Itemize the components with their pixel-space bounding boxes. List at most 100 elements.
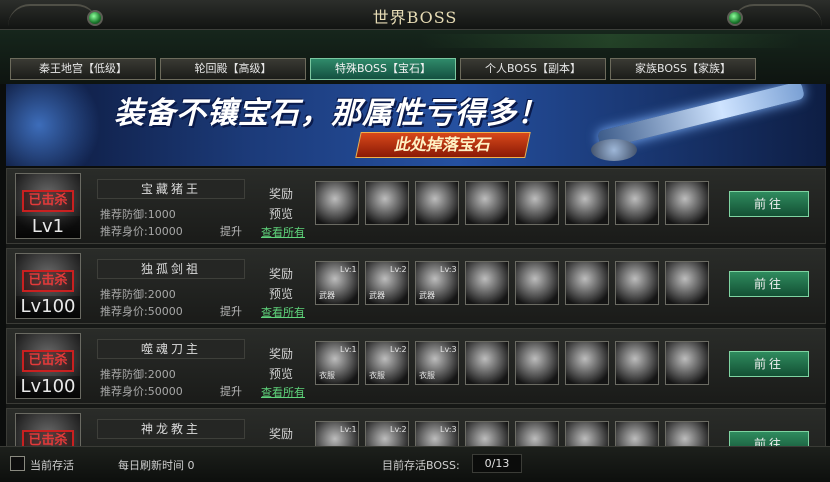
ore-shards-icon[interactable]: [565, 261, 609, 305]
item-type: 衣服: [369, 371, 385, 380]
bowl-icon[interactable]: [515, 421, 559, 446]
go-button[interactable]: 前往: [729, 191, 809, 217]
coin-icon[interactable]: [465, 421, 509, 446]
bowl-icon[interactable]: [515, 261, 559, 305]
coin-icon[interactable]: [465, 341, 509, 385]
item-level: Lv:2: [390, 345, 407, 354]
boss-row: 已击杀 Lv100 独孤剑祖推荐防御:2000 推荐身价:50000 提升 奖励预览查…: [6, 248, 826, 324]
item-level: Lv:1: [340, 425, 357, 434]
promote-link[interactable]: 提升: [220, 223, 242, 239]
gem-icon[interactable]: [615, 181, 659, 225]
item-type: 武器: [419, 291, 435, 300]
coin-icon[interactable]: [465, 261, 509, 305]
window-title: 世界BOSS: [372, 8, 458, 27]
go-button[interactable]: 前往: [729, 271, 809, 297]
banner-glow: [6, 84, 116, 166]
item-type: 武器: [319, 291, 335, 300]
item-level: Lv:3: [440, 265, 457, 274]
ore-shards-icon[interactable]: [515, 181, 559, 225]
refresh-time-label: 每日刷新时间 0: [118, 459, 195, 472]
boss-name: 独孤剑祖: [97, 259, 245, 279]
crystal-icon[interactable]: [615, 421, 659, 446]
tab-lunhui-hall[interactable]: 轮回殿【高级】: [160, 58, 306, 80]
recommended-worth: 推荐身价:50000: [100, 385, 183, 398]
bowl-icon[interactable]: [515, 341, 559, 385]
boss-portrait: 已击杀: [15, 413, 81, 446]
gem-icon[interactable]: [665, 341, 709, 385]
armor-box-icon[interactable]: Lv:2 衣服: [365, 341, 409, 385]
tab-personal-boss[interactable]: 个人BOSS【副本】: [460, 58, 606, 80]
helmet-box-icon[interactable]: Lv:2: [365, 421, 409, 446]
boss-portrait: 已击杀 Lv100: [15, 333, 81, 399]
helmet-box-icon[interactable]: Lv:3: [415, 421, 459, 446]
recommended-worth: 推荐身价:10000: [100, 225, 183, 238]
go-button[interactable]: 前往: [729, 431, 809, 446]
weapon-box-icon[interactable]: Lv:2 武器: [365, 261, 409, 305]
preview-label: 预览: [269, 207, 294, 221]
killed-stamp: 已击杀: [22, 430, 74, 446]
crystal-icon[interactable]: [615, 261, 659, 305]
helmet-box-icon[interactable]: Lv:1: [315, 421, 359, 446]
weapon-box-icon[interactable]: Lv:1 武器: [315, 261, 359, 305]
item-level: Lv:1: [340, 345, 357, 354]
go-button[interactable]: 前往: [729, 351, 809, 377]
item-level: Lv:1: [340, 265, 357, 274]
armor-box-icon[interactable]: Lv:1 衣服: [315, 341, 359, 385]
silver-ingot-icon[interactable]: [315, 181, 359, 225]
boss-row: 已击杀 Lv1 宝藏猪王 推荐防御:1000 推荐身价:10000 提升 奖励 预览 查看所…: [6, 168, 826, 244]
item-level: Lv:2: [390, 265, 407, 274]
tab-special-boss[interactable]: 特殊BOSS【宝石】: [310, 58, 456, 80]
promote-link[interactable]: 提升: [220, 383, 242, 399]
tab-bar-glow: [420, 34, 800, 48]
recommended-defense: 推荐防御:1000: [100, 208, 176, 221]
ore-stone-icon[interactable]: [365, 181, 409, 225]
recommended-defense: 推荐防御:2000: [100, 288, 176, 301]
rune-gem-icon[interactable]: [665, 181, 709, 225]
item-type: 衣服: [419, 371, 435, 380]
boss-row: 已击杀 Lv100 噬魂刀主 推荐防御:2000 推荐身价:50000 提升 奖励 预览查…: [6, 328, 826, 404]
swirl-stone-icon[interactable]: [415, 181, 459, 225]
reward-label: 奖励: [269, 267, 294, 281]
crystal-icon[interactable]: [565, 181, 609, 225]
ore-shards-icon[interactable]: [565, 341, 609, 385]
killed-stamp: 已击杀: [22, 190, 74, 212]
tab-family-boss[interactable]: 家族BOSS【家族】: [610, 58, 756, 80]
boss-name: 神龙教主: [97, 419, 245, 439]
view-all-link[interactable]: 查看所有: [261, 304, 305, 320]
gem-icon[interactable]: [665, 421, 709, 446]
gem-drop-banner: 装备不镶宝石，那属性亏得多！ 此处掉落宝石: [6, 84, 826, 166]
boss-level: Lv1: [16, 216, 80, 238]
preview-label: 预览: [269, 287, 294, 301]
boss-level: Lv100: [16, 376, 80, 398]
boss-portrait: 已击杀 Lv1: [15, 173, 81, 239]
view-all-link[interactable]: 查看所有: [261, 224, 305, 240]
promote-link[interactable]: 提升: [220, 303, 242, 319]
boss-list[interactable]: 已击杀 Lv1 宝藏猪王 推荐防御:1000 推荐身价:10000 提升 奖励 预览 查看所…: [6, 168, 826, 446]
boss-name: 噬魂刀主: [97, 339, 245, 359]
item-type: 武器: [369, 291, 385, 300]
recommended-worth: 推荐身价:50000: [100, 305, 183, 318]
title-bar: 世界BOSS: [0, 0, 830, 30]
banner-headline: 装备不镶宝石，那属性亏得多！: [114, 96, 548, 131]
boss-portrait: 已击杀 Lv100: [15, 253, 81, 319]
item-level: Lv:3: [440, 425, 457, 434]
alive-boss-counter: 0/13: [472, 454, 522, 473]
reward-label: 奖励: [269, 427, 294, 441]
gem-icon[interactable]: [665, 261, 709, 305]
view-all-link[interactable]: 查看所有: [261, 384, 305, 400]
sword-art-icon: [596, 84, 806, 150]
taiji-scroll-icon[interactable]: [465, 181, 509, 225]
ore-shards-icon[interactable]: [565, 421, 609, 446]
crystal-icon[interactable]: [615, 341, 659, 385]
killed-stamp: 已击杀: [22, 350, 74, 372]
alive-boss-label: 目前存活BOSS:: [382, 459, 460, 472]
tab-qinwang-palace[interactable]: 秦王地宫【低级】: [10, 58, 156, 80]
current-alive-checkbox[interactable]: [10, 456, 25, 471]
boss-row: 已击杀 神龙教主奖励预览查看所有 Lv:1 Lv:2 Lv:3: [6, 408, 826, 446]
armor-box-icon[interactable]: Lv:3 衣服: [415, 341, 459, 385]
boss-level: Lv100: [16, 296, 80, 318]
recommended-defense: 推荐防御:2000: [100, 368, 176, 381]
item-level: Lv:3: [440, 345, 457, 354]
weapon-box-icon[interactable]: Lv:3 武器: [415, 261, 459, 305]
reward-label: 奖励: [269, 347, 294, 361]
